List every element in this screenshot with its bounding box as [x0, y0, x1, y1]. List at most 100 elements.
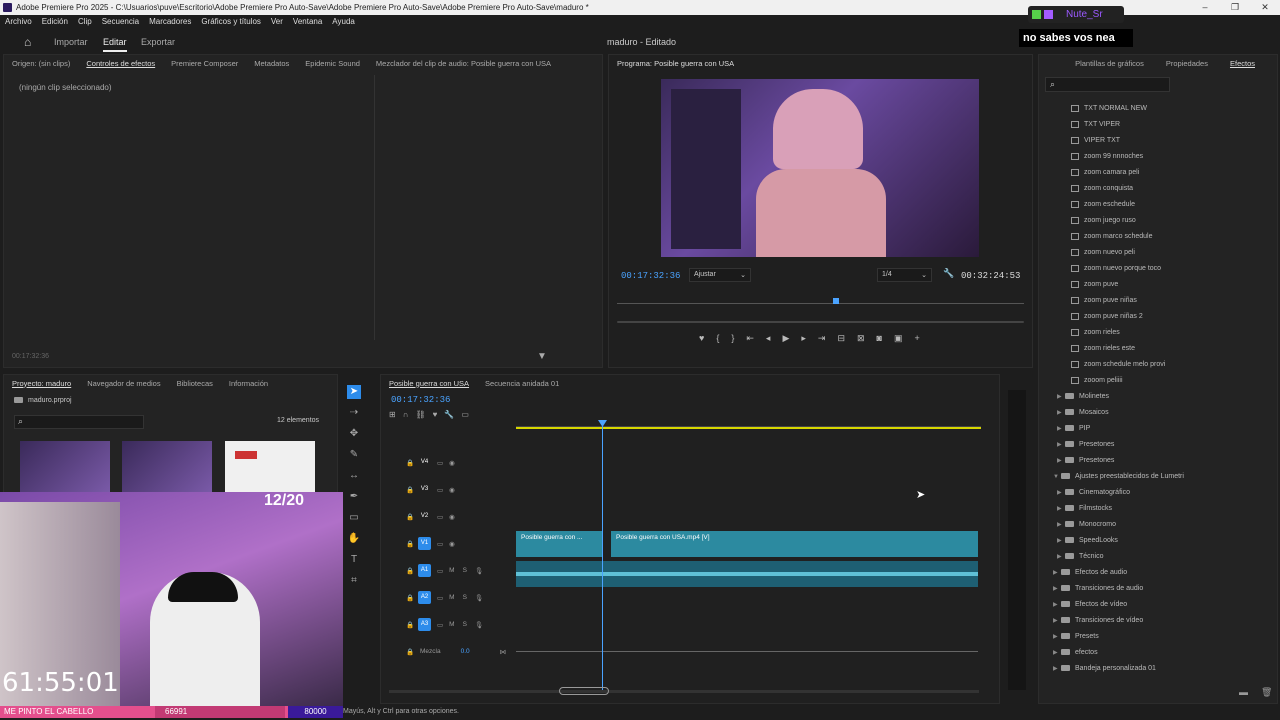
- track-header[interactable]: 🔒 A1 ▭ M S 🎙: [406, 557, 516, 584]
- solo-icon[interactable]: S: [463, 594, 467, 601]
- tab-sequence-nested[interactable]: Secuencia anidada 01: [477, 379, 567, 388]
- lock-icon[interactable]: 🔒: [406, 621, 418, 629]
- step-back-icon[interactable]: ◂: [766, 333, 771, 344]
- video-clip[interactable]: Posible guerra con ...: [516, 531, 602, 557]
- sync-lock-icon[interactable]: ▭: [437, 540, 443, 548]
- menu-ayuda[interactable]: Ayuda: [327, 15, 360, 29]
- step-forward-icon[interactable]: ▸: [801, 333, 806, 344]
- video-clip[interactable]: Posible guerra con USA.mp4 [V]: [611, 531, 978, 557]
- timeline-timecode[interactable]: 00:17:32:36: [391, 395, 450, 405]
- tab-audio-clip-mixer[interactable]: Mezclador del clip de audio: Posible gue…: [368, 59, 559, 68]
- hand-icon[interactable]: ✋: [347, 532, 361, 546]
- tab-libraries[interactable]: Bibliotecas: [169, 379, 221, 388]
- effect-folder-item[interactable]: ▶ PIP: [1053, 421, 1273, 437]
- eye-icon[interactable]: ◉: [449, 540, 455, 548]
- program-title[interactable]: Programa: Posible guerra con USA: [609, 59, 742, 68]
- mic-icon[interactable]: 🎙: [475, 594, 483, 602]
- tab-exportar[interactable]: Exportar: [141, 37, 175, 47]
- menu-marcadores[interactable]: Marcadores: [144, 15, 196, 29]
- tab-media-browser[interactable]: Navegador de medios: [79, 379, 168, 388]
- effect-category-item[interactable]: ▶ efectos: [1053, 645, 1273, 661]
- timeline-scrollbar[interactable]: [389, 687, 979, 695]
- solo-icon[interactable]: S: [463, 621, 467, 628]
- effect-preset-item[interactable]: VIPER TXT: [1053, 133, 1273, 149]
- lock-icon[interactable]: 🔒: [406, 486, 418, 494]
- close-button[interactable]: ✕: [1250, 0, 1280, 15]
- lock-icon[interactable]: 🔒: [406, 594, 418, 602]
- effect-preset-item[interactable]: zoom nuevo porque toco: [1053, 261, 1273, 277]
- pen-icon[interactable]: ✒: [347, 490, 361, 504]
- mic-icon[interactable]: 🎙: [475, 567, 483, 575]
- effect-folder-item[interactable]: ▶ Presetones: [1053, 437, 1273, 453]
- mark-in-icon[interactable]: {: [716, 333, 719, 344]
- tab-info[interactable]: Información: [221, 379, 276, 388]
- program-video-frame[interactable]: [661, 79, 979, 257]
- slip-icon[interactable]: ↔: [347, 469, 361, 483]
- time-ruler[interactable]: [516, 415, 981, 427]
- tab-effects[interactable]: Efectos: [1222, 59, 1263, 68]
- effect-category-item[interactable]: ▶ Transiciones de audio: [1053, 581, 1273, 597]
- wrench-icon[interactable]: 🔧: [943, 268, 954, 279]
- track-label[interactable]: V3: [418, 483, 431, 496]
- sync-lock-icon[interactable]: ▭: [437, 594, 443, 602]
- compare-icon[interactable]: ▣: [894, 333, 903, 344]
- extract-icon[interactable]: ⊠: [857, 333, 865, 344]
- program-ruler[interactable]: [617, 303, 1024, 304]
- mute-icon[interactable]: M: [449, 594, 454, 601]
- type-icon[interactable]: T: [347, 553, 361, 567]
- effect-preset-item[interactable]: zoom puve: [1053, 277, 1273, 293]
- track-label[interactable]: A3: [418, 618, 431, 631]
- play-icon[interactable]: ▶: [782, 333, 789, 344]
- sync-lock-icon[interactable]: ▭: [437, 513, 443, 521]
- effect-preset-item[interactable]: zoom rieles: [1053, 325, 1273, 341]
- effect-preset-item[interactable]: zoom 99 nnnoches: [1053, 149, 1273, 165]
- effect-folder-item[interactable]: ▶ Presetones: [1053, 453, 1273, 469]
- mix-value[interactable]: 0.0: [461, 648, 470, 655]
- tab-metadata[interactable]: Metadatos: [246, 59, 297, 68]
- effect-preset-item[interactable]: zooom peliiii: [1053, 373, 1273, 389]
- lumetri-child-item[interactable]: ▶ SpeedLooks: [1053, 533, 1273, 549]
- snap-icon[interactable]: ∩: [403, 410, 409, 419]
- media-thumbnail-map[interactable]: [225, 441, 315, 493]
- settings-wrench-icon[interactable]: 🔧: [444, 410, 454, 419]
- home-icon[interactable]: ⌂: [24, 35, 31, 49]
- tab-graphic-templates[interactable]: Plantillas de gráficos: [1067, 59, 1152, 68]
- sync-lock-icon[interactable]: ▭: [437, 459, 443, 467]
- trash-icon[interactable]: 🗑: [1261, 687, 1272, 698]
- track-header[interactable]: 🔒 V2 ▭ ◉: [406, 503, 516, 530]
- track-label[interactable]: V4: [418, 456, 431, 469]
- nest-icon[interactable]: ⊞: [389, 410, 396, 419]
- mute-icon[interactable]: M: [449, 567, 454, 574]
- tab-project[interactable]: Proyecto: maduro: [4, 379, 79, 388]
- effect-preset-item[interactable]: zoom eschedule: [1053, 197, 1273, 213]
- lock-icon[interactable]: 🔒: [406, 513, 418, 521]
- eye-icon[interactable]: ◉: [449, 513, 455, 521]
- maximize-button[interactable]: ❐: [1220, 0, 1250, 15]
- tab-epidemic-sound[interactable]: Epidemic Sound: [297, 59, 368, 68]
- menu-archivo[interactable]: Archivo: [0, 15, 37, 29]
- track-header[interactable]: 🔒 A3 ▭ M S 🎙: [406, 611, 516, 638]
- playhead-line[interactable]: [602, 421, 603, 691]
- mute-icon[interactable]: M: [449, 621, 454, 628]
- lock-icon[interactable]: 🔒: [406, 459, 418, 467]
- playhead-marker[interactable]: [833, 298, 839, 304]
- menu-ventana[interactable]: Ventana: [288, 15, 327, 29]
- effect-preset-item[interactable]: zoom puve niñas: [1053, 293, 1273, 309]
- razor-icon[interactable]: ✎: [347, 448, 361, 462]
- minimize-button[interactable]: –: [1190, 0, 1220, 15]
- effect-preset-item[interactable]: zoom puve niñas 2: [1053, 309, 1273, 325]
- menu-ver[interactable]: Ver: [266, 15, 288, 29]
- effect-preset-item[interactable]: zoom marco schedule: [1053, 229, 1273, 245]
- mic-icon[interactable]: 🎙: [475, 621, 483, 629]
- lumetri-folder-item[interactable]: ▼ Ajustes preestablecidos de Lumetri: [1053, 469, 1273, 485]
- sync-lock-icon[interactable]: ▭: [437, 567, 443, 575]
- marker-icon[interactable]: ♥: [699, 333, 704, 344]
- camera-icon[interactable]: ◙: [877, 333, 882, 344]
- tab-premiere-composer[interactable]: Premiere Composer: [163, 59, 246, 68]
- tab-effect-controls[interactable]: Controles de efectos: [78, 59, 163, 68]
- scrollbar-handle[interactable]: [559, 687, 609, 695]
- sync-lock-icon[interactable]: ▭: [437, 486, 443, 494]
- effect-folder-item[interactable]: ▶ Molinetes: [1053, 389, 1273, 405]
- tab-importar[interactable]: Importar: [54, 37, 88, 47]
- effect-preset-item[interactable]: TXT VIPER: [1053, 117, 1273, 133]
